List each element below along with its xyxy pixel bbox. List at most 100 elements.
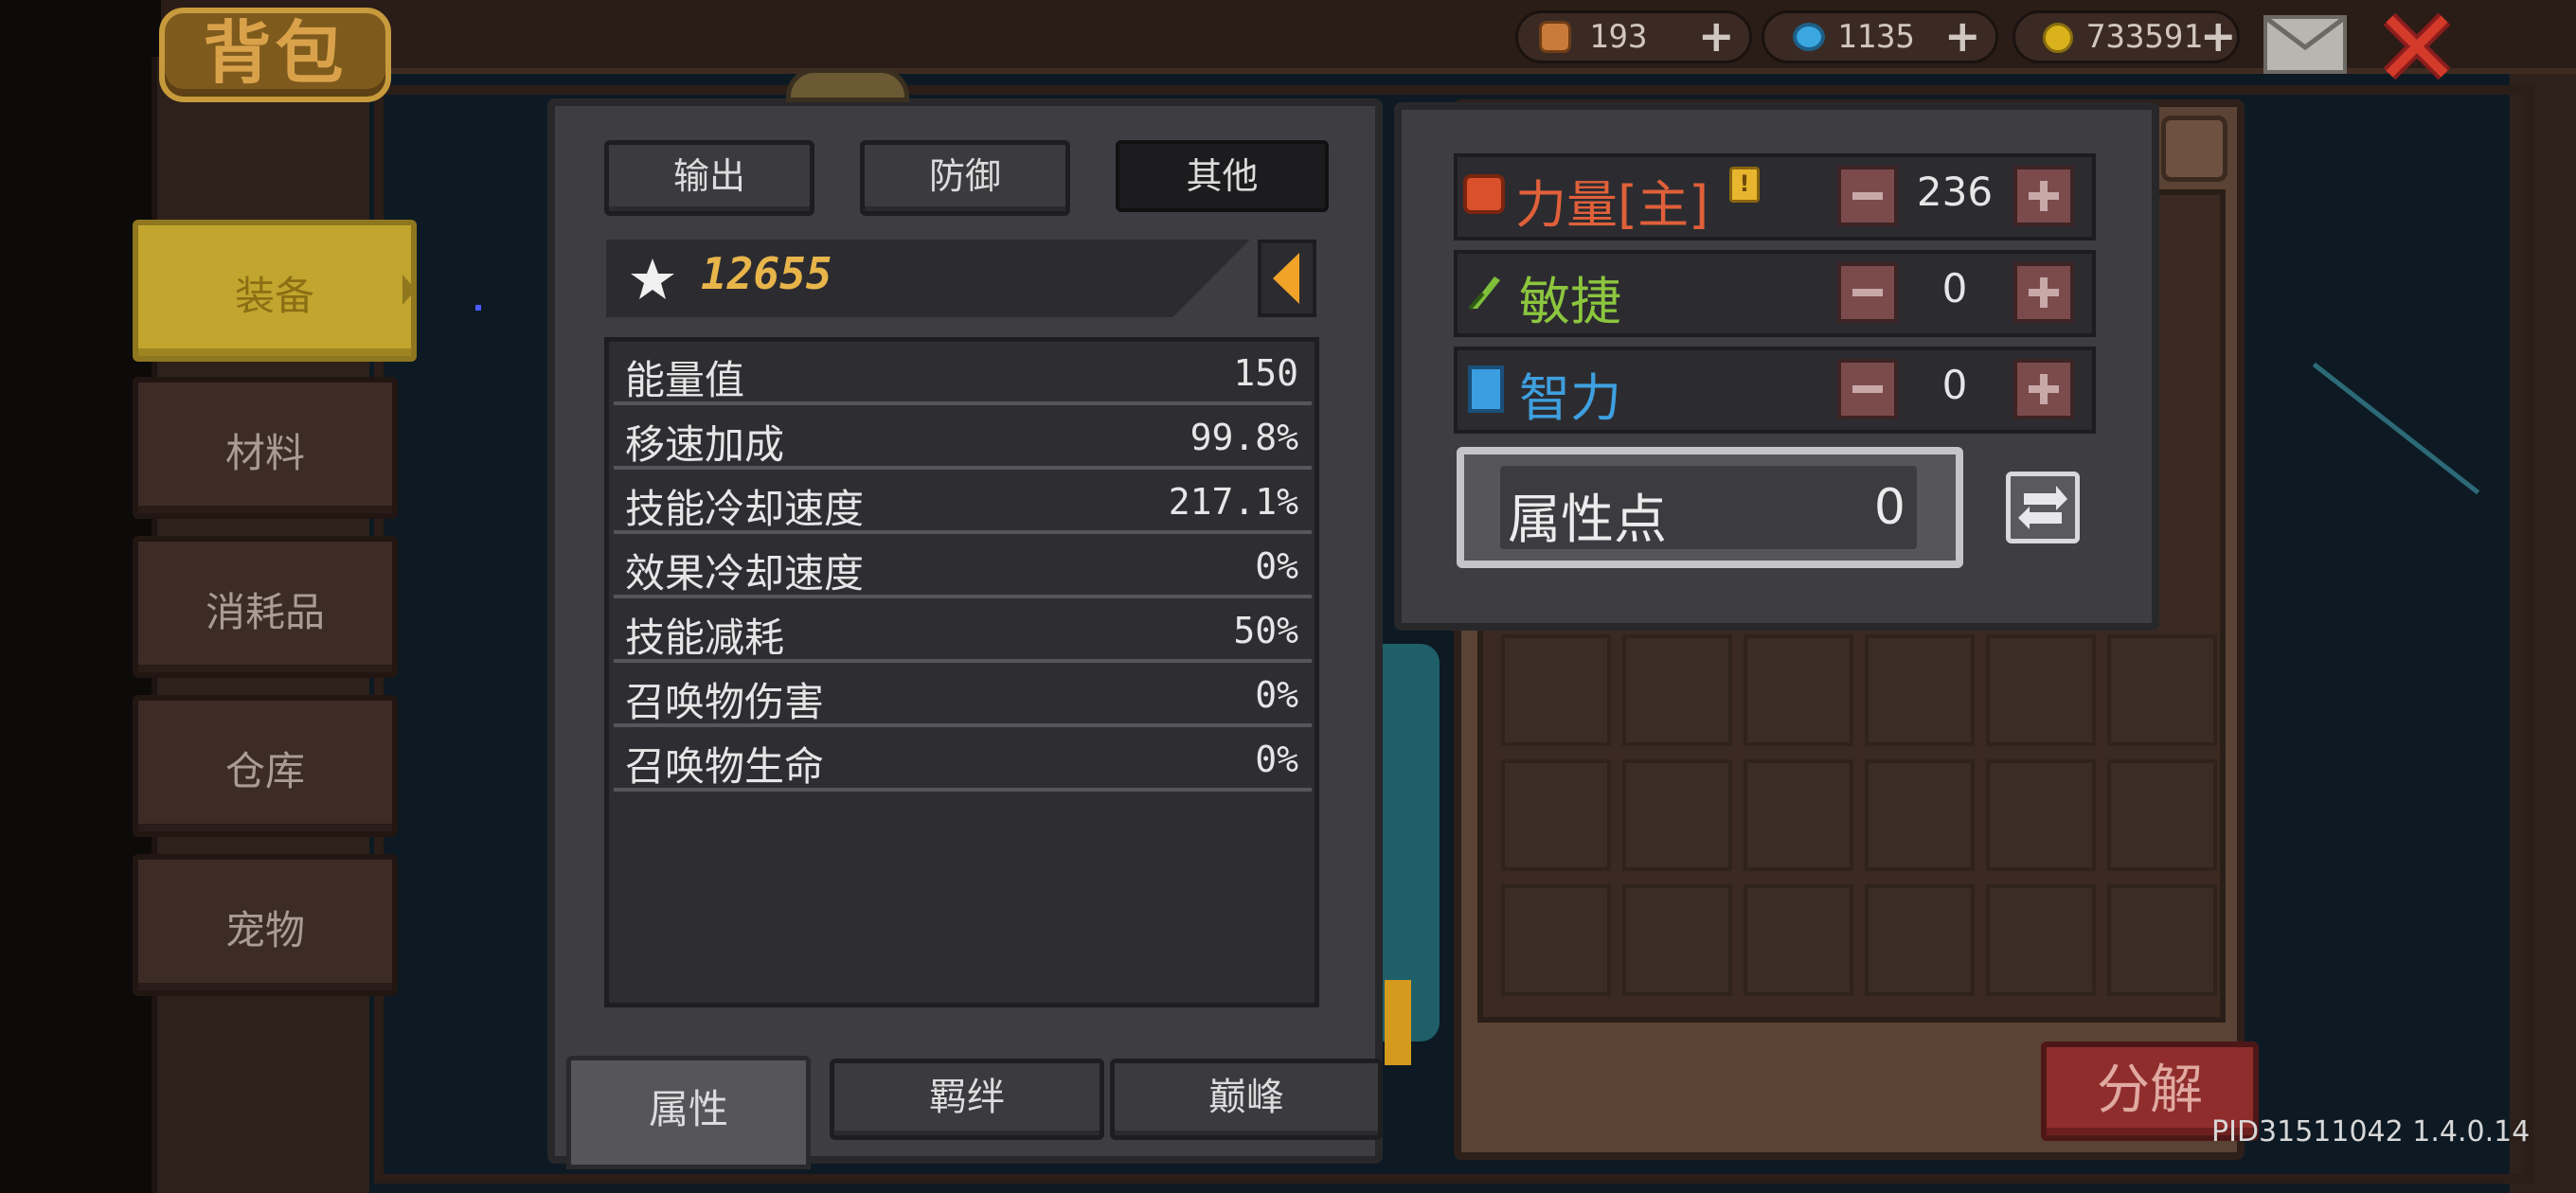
sidebar-item-label: 装备: [234, 273, 314, 319]
inventory-slot[interactable]: [1865, 759, 1975, 871]
panel-crown-decoration: [786, 68, 909, 102]
stat-row: 能量值 150: [614, 341, 1312, 405]
inventory-slot[interactable]: [1744, 634, 1853, 746]
strength-value: 236: [1916, 169, 1994, 215]
tab-bonds[interactable]: 羁绊: [830, 1059, 1104, 1140]
inventory-slot[interactable]: [1865, 884, 1975, 996]
page-title: 背包: [203, 13, 348, 93]
feather-icon: [1466, 271, 1504, 312]
inventory-slot[interactable]: [1986, 634, 2096, 746]
stat-label: 移速加成: [625, 421, 785, 468]
currency-value-bottle: 193: [1589, 18, 1648, 56]
settings-icon: [2161, 116, 2227, 182]
intelligence-plus-button[interactable]: [2013, 359, 2074, 419]
tab-other[interactable]: 其他: [1116, 140, 1329, 212]
fist-icon: [1463, 174, 1505, 214]
attribute-points-label: 属性点: [1508, 490, 1667, 551]
stat-value: 0%: [1255, 739, 1298, 780]
stat-row: 召唤物伤害 0%: [614, 663, 1312, 727]
agility-minus-button[interactable]: [1837, 262, 1898, 323]
inventory-slot[interactable]: [1986, 759, 2096, 871]
add-gem-button[interactable]: +: [1944, 9, 1981, 62]
inventory-cells: [1501, 634, 2221, 1013]
coin-icon: [2043, 23, 2073, 53]
collapse-button[interactable]: [1258, 240, 1316, 317]
intelligence-label: 智力: [1519, 368, 1621, 428]
info-icon: !: [1729, 167, 1760, 203]
book-icon: [1468, 365, 1504, 413]
tab-output[interactable]: 输出: [604, 140, 814, 216]
triangle-left-icon: [1273, 253, 1299, 304]
sidebar-item-label: 宠物: [224, 907, 305, 953]
currency-value-coin: 733591: [2086, 18, 2203, 56]
sidebar-item-pets[interactable]: 宠物: [133, 854, 398, 996]
agility-label: 敏捷: [1519, 272, 1621, 331]
stat-row: 召唤物生命 0%: [614, 727, 1312, 792]
tab-peak[interactable]: 巅峰: [1110, 1059, 1383, 1140]
intelligence-value: 0: [1941, 362, 1968, 408]
inventory-slot[interactable]: [1501, 634, 1611, 746]
reset-button[interactable]: [2006, 472, 2080, 543]
inventory-slot[interactable]: [1501, 884, 1611, 996]
stat-label: 能量值: [625, 357, 745, 403]
gem-icon: [1793, 23, 1825, 51]
stat-label: 效果冷却速度: [625, 550, 865, 596]
tab-other-label: 其他: [1186, 155, 1259, 197]
inventory-slot[interactable]: [1622, 884, 1732, 996]
strength-plus-button[interactable]: [2013, 166, 2074, 226]
stats-rows: 能量值 150 移速加成 99.8% 技能冷却速度 217.1% 效果冷却速度 0% 技能减耗 5…: [614, 341, 1312, 795]
tab-defense-label: 防御: [928, 155, 1001, 197]
stat-row: 技能减耗 50%: [614, 598, 1312, 663]
version-text: PID31511042 1.4.0.14: [2211, 1115, 2531, 1148]
agility-plus-button[interactable]: [2013, 262, 2074, 323]
sidebar-item-label: 材料: [224, 430, 305, 476]
intelligence-minus-button[interactable]: [1837, 359, 1898, 419]
tab-defense[interactable]: 防御: [860, 140, 1070, 216]
stat-label: 技能冷却速度: [625, 486, 865, 532]
inventory-slot[interactable]: [1744, 759, 1853, 871]
add-coin-button[interactable]: +: [2200, 9, 2237, 62]
envelope-icon[interactable]: [2263, 15, 2347, 74]
tab-output-label: 输出: [672, 155, 745, 197]
star-decoration: [475, 305, 481, 311]
sidebar-item-consumables[interactable]: 消耗品: [133, 536, 398, 678]
inventory-slot[interactable]: [1986, 884, 2096, 996]
stat-value: 150: [1233, 352, 1298, 394]
chevron-right-icon: [402, 275, 416, 305]
stat-value: 217.1%: [1168, 481, 1298, 523]
inventory-slot[interactable]: [1865, 634, 1975, 746]
inventory-slot[interactable]: [1622, 759, 1732, 871]
inventory-slot[interactable]: [1622, 634, 1732, 746]
stat-label: 技能减耗: [625, 614, 785, 661]
sidebar-item-materials[interactable]: 材料: [133, 377, 398, 519]
inventory-slot[interactable]: [1744, 884, 1853, 996]
sidebar-item-warehouse[interactable]: 仓库: [133, 695, 398, 837]
stat-value: 0%: [1255, 545, 1298, 587]
strength-minus-button[interactable]: [1837, 166, 1898, 226]
stat-value: 50%: [1233, 610, 1298, 651]
stat-value: 99.8%: [1190, 417, 1298, 458]
stat-row: 移速加成 99.8%: [614, 405, 1312, 470]
stat-label: 召唤物伤害: [625, 679, 825, 725]
add-bottle-button[interactable]: +: [1698, 9, 1735, 62]
item-glimpse: [1385, 980, 1411, 1065]
tab-bonds-label: 羁绊: [929, 1076, 1005, 1119]
sidebar-item-equipment[interactable]: 装备: [133, 220, 417, 362]
stat-value: 0%: [1255, 674, 1298, 716]
close-x-icon[interactable]: [2382, 11, 2452, 81]
sidebar-item-label: 仓库: [224, 748, 305, 794]
inventory-slot[interactable]: [2107, 634, 2217, 746]
score-value: 12655: [701, 248, 832, 299]
star-icon: [629, 256, 676, 303]
inventory-slot[interactable]: [1501, 759, 1611, 871]
inventory-slot[interactable]: [2107, 759, 2217, 871]
tab-peak-label: 巅峰: [1208, 1076, 1284, 1119]
currency-value-gem: 1135: [1837, 18, 1915, 56]
agility-value: 0: [1941, 265, 1968, 312]
attribute-points-value: 0: [1873, 479, 1905, 536]
tab-attributes-label: 属性: [648, 1086, 728, 1132]
stat-row: 技能冷却速度 217.1%: [614, 470, 1312, 534]
tab-attributes[interactable]: 属性: [566, 1056, 811, 1169]
inventory-slot[interactable]: [2107, 884, 2217, 996]
bottle-icon: [1539, 21, 1571, 53]
